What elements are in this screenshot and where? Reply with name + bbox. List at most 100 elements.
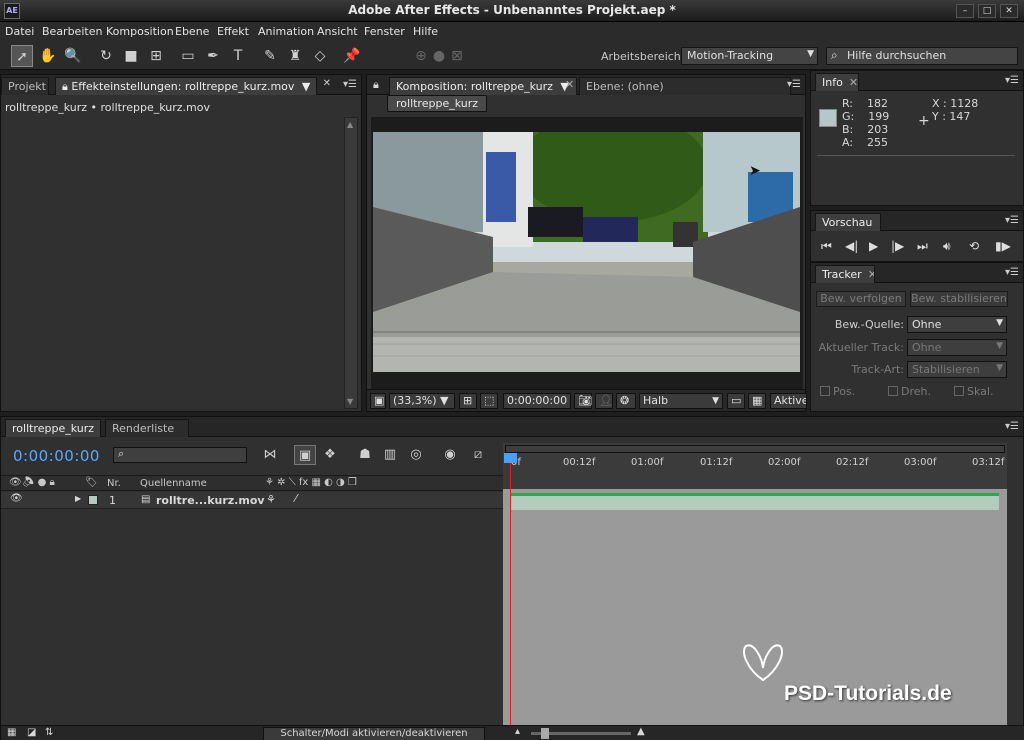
track-motion-button[interactable]: Bew. verfolgen: [816, 291, 906, 307]
tab-render-queue[interactable]: Renderliste: [105, 419, 189, 437]
layer-duration-bar[interactable]: [511, 493, 999, 510]
work-area-bar[interactable]: [505, 445, 1005, 453]
hide-shy-layers-icon[interactable]: ☗: [354, 445, 376, 465]
expand-transfer-controls-icon[interactable]: ◪: [27, 727, 36, 738]
menu-ebene[interactable]: Ebene: [175, 25, 209, 38]
close-button[interactable]: ✕: [1000, 4, 1018, 18]
current-time-field[interactable]: 0:00:00:00: [503, 393, 571, 409]
position-checkbox[interactable]: Pos.: [820, 385, 855, 398]
panel-menu-icon[interactable]: ▾☰: [787, 79, 801, 90]
draft-3d-icon[interactable]: ❖: [319, 445, 341, 465]
toggle-switches-modes-button[interactable]: Schalter/Modi aktivieren/deaktivieren: [263, 727, 485, 740]
always-preview-icon[interactable]: ▣: [370, 393, 386, 409]
pen-tool-icon[interactable]: ✒: [202, 45, 224, 67]
live-update-icon[interactable]: ▣: [294, 445, 316, 465]
region-of-interest-icon[interactable]: ▭: [727, 393, 745, 409]
previous-frame-icon[interactable]: ◀︎|: [845, 239, 858, 253]
rectangle-tool-icon[interactable]: ▭: [177, 45, 199, 67]
visibility-eye-icon[interactable]: 👁︎: [10, 493, 23, 504]
lock-icon[interactable]: 🔒︎: [373, 78, 379, 92]
menu-komposition[interactable]: Komposition: [106, 25, 174, 38]
menu-effekt[interactable]: Effekt: [217, 25, 249, 38]
close-icon[interactable]: ✕: [565, 78, 574, 91]
help-search-input[interactable]: ⌕ Hilfe durchsuchen: [826, 47, 1018, 65]
show-snapshot-icon[interactable]: 👤︎: [595, 393, 613, 409]
menu-hilfe[interactable]: Hilfe: [413, 25, 438, 38]
menu-bearbeiten[interactable]: Bearbeiten: [42, 25, 102, 38]
tab-project[interactable]: Projekt: [1, 77, 49, 95]
lock-icon[interactable]: 🔒︎: [62, 80, 68, 93]
timeline-current-time[interactable]: 0:00:00:00: [13, 447, 100, 465]
snapshot-icon[interactable]: 📷︎: [574, 393, 592, 409]
clone-stamp-tool-icon[interactable]: ♜: [284, 45, 306, 67]
comp-mini-flowchart-icon[interactable]: ⋈: [259, 445, 281, 465]
scroll-up-icon[interactable]: ▲: [347, 120, 353, 129]
rotate-tool-icon[interactable]: ↻: [95, 45, 117, 67]
motion-source-dropdown[interactable]: Ohne ▼: [907, 316, 1007, 333]
graph-editor-icon[interactable]: ⧄: [467, 445, 489, 465]
grid-icon[interactable]: ⊞: [459, 393, 477, 409]
pan-behind-tool-icon[interactable]: ⊞: [145, 45, 167, 67]
close-icon[interactable]: ✕: [878, 216, 880, 229]
camera-tool-icon[interactable]: ■: [120, 45, 142, 67]
puppet-pin-tool-icon[interactable]: 📌: [341, 45, 363, 67]
layer-name[interactable]: rolltre...kurz.mov: [156, 494, 265, 507]
quality-switch-icon[interactable]: ⁄: [295, 492, 297, 505]
tab-layer[interactable]: Ebene: (ohne): [579, 77, 791, 95]
view-axis-icon[interactable]: ⊠: [446, 45, 468, 67]
tab-preview[interactable]: Vorschau ✕: [815, 213, 881, 231]
brainstorm-icon[interactable]: ◉: [439, 445, 461, 465]
close-icon[interactable]: ✕: [323, 78, 331, 89]
first-frame-icon[interactable]: ⏮: [821, 239, 832, 254]
maximize-button[interactable]: □: [978, 4, 996, 18]
panel-menu-icon[interactable]: ▾☰: [343, 79, 357, 90]
audio-icon[interactable]: 🔊︎: [943, 239, 951, 254]
expand-triangle-icon[interactable]: ▶: [75, 494, 81, 503]
shy-switch-icon[interactable]: ⚘: [266, 493, 276, 506]
brush-tool-icon[interactable]: ✎: [259, 45, 281, 67]
minimize-button[interactable]: –: [956, 4, 974, 18]
loop-icon[interactable]: ⟲: [969, 239, 979, 253]
zoom-slider-thumb[interactable]: [541, 728, 549, 739]
text-tool-icon[interactable]: T: [227, 45, 249, 67]
magnification-dropdown[interactable]: (33,3%) ▼: [389, 393, 455, 409]
hand-tool-icon[interactable]: ✋: [37, 45, 59, 67]
composition-viewer[interactable]: ➤: [371, 117, 803, 389]
menu-animation[interactable]: Animation: [258, 25, 314, 38]
menu-fenster[interactable]: Fenster: [364, 25, 405, 38]
stabilize-motion-button[interactable]: Bew. stabilisieren: [910, 291, 1008, 307]
zoom-out-icon[interactable]: ▴: [515, 726, 520, 737]
close-icon[interactable]: ✕: [868, 268, 874, 281]
mask-visibility-icon[interactable]: ⬚: [480, 393, 498, 409]
workspace-dropdown[interactable]: Motion-Tracking ▼: [681, 47, 818, 65]
zoom-tool-icon[interactable]: 🔍: [62, 45, 84, 67]
current-time-indicator-line[interactable]: [510, 457, 511, 725]
panel-menu-icon[interactable]: ▾☰: [1005, 215, 1019, 226]
ram-preview-icon[interactable]: ▮▶︎: [995, 239, 1011, 253]
current-track-dropdown[interactable]: Ohne ▼: [907, 339, 1007, 356]
composition-breadcrumb-chip[interactable]: rolltreppe_kurz: [387, 95, 488, 112]
selection-tool-icon[interactable]: ➚: [11, 45, 33, 67]
scroll-down-icon[interactable]: ▼: [347, 397, 353, 406]
next-frame-icon[interactable]: |▶︎: [891, 239, 904, 253]
label-color-swatch[interactable]: [88, 495, 98, 505]
tab-timeline-comp[interactable]: rolltreppe_kurz ✕: [5, 419, 101, 437]
panel-menu-icon[interactable]: ▾☰: [1005, 421, 1019, 432]
expand-layer-switches-icon[interactable]: ▦: [7, 727, 16, 738]
tab-tracker[interactable]: Tracker ✕: [815, 265, 875, 283]
color-channels-icon[interactable]: ❂: [616, 393, 636, 409]
close-icon[interactable]: ✕: [849, 76, 858, 89]
transparency-grid-icon[interactable]: ▦: [748, 393, 766, 409]
timeline-search-input[interactable]: ⌕: [113, 447, 247, 463]
play-icon[interactable]: ▶: [869, 239, 878, 253]
eraser-tool-icon[interactable]: ◇: [309, 45, 331, 67]
chevron-down-icon[interactable]: ▼: [302, 80, 310, 93]
scale-checkbox[interactable]: Skal.: [954, 385, 993, 398]
current-time-indicator-head[interactable]: [504, 453, 517, 463]
panel-menu-icon[interactable]: ▾☰: [1005, 75, 1019, 86]
frame-blending-icon[interactable]: ▥: [379, 445, 401, 465]
menu-ansicht[interactable]: Ansicht: [317, 25, 358, 38]
expand-in-out-icon[interactable]: ⇅: [45, 727, 53, 738]
tab-composition[interactable]: Komposition: rolltreppe_kurz ▼: [389, 77, 577, 95]
last-frame-icon[interactable]: ⏭: [917, 239, 928, 254]
